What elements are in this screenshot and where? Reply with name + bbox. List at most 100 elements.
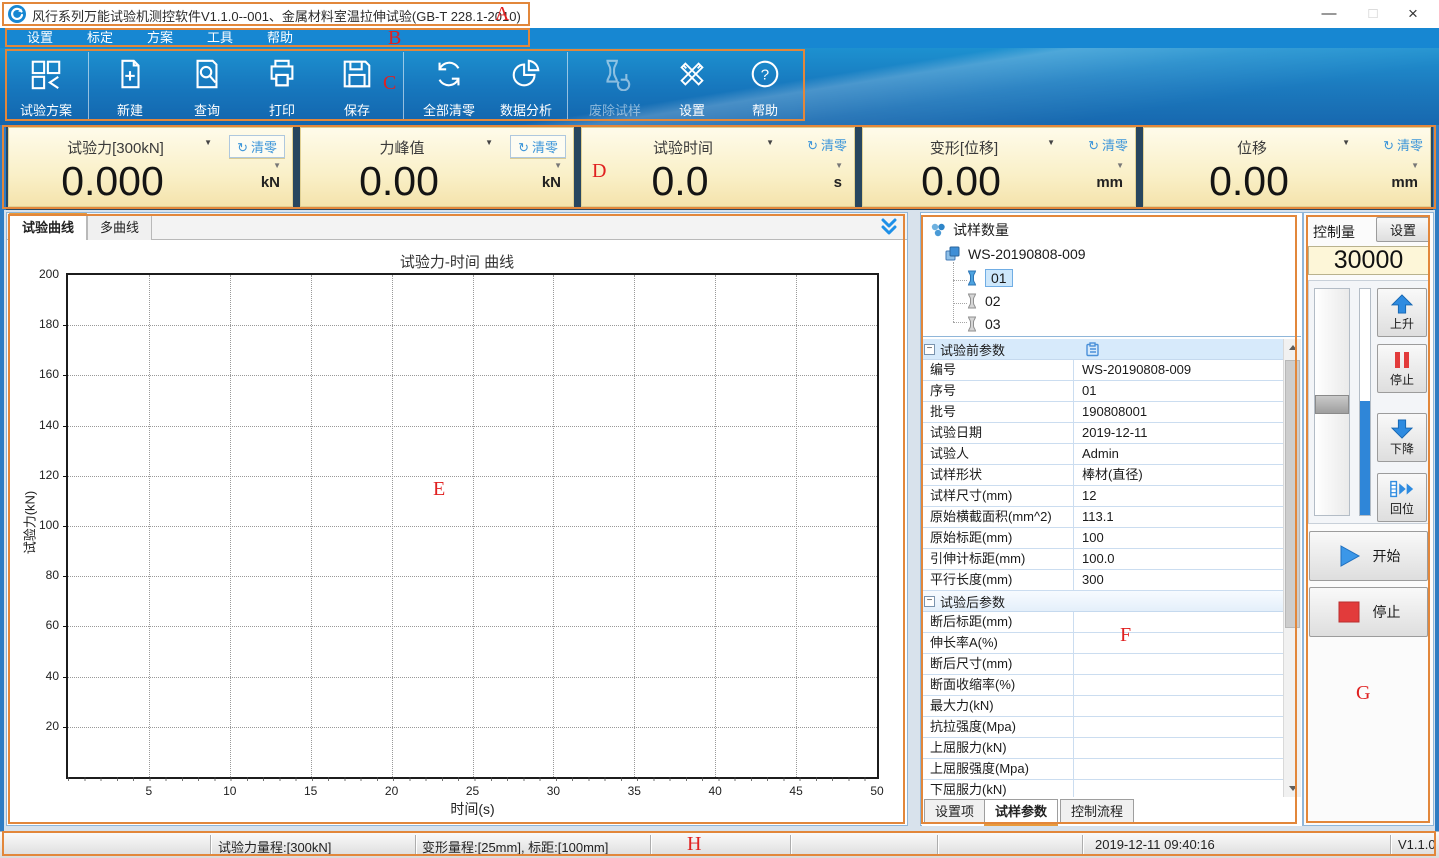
- menu-scheme[interactable]: 方案: [130, 28, 190, 48]
- metric-card-deformation: 变形[位移] ▼ ↻清零 ▼ 0.00 mm: [862, 127, 1136, 207]
- menu-calibration[interactable]: 标定: [70, 28, 130, 48]
- control-settings-button[interactable]: 设置: [1376, 217, 1430, 242]
- help-icon: ?: [748, 57, 782, 91]
- tree-item-specimen-03[interactable]: 03: [966, 314, 1001, 334]
- stop-test-button[interactable]: 停止: [1309, 587, 1428, 637]
- tab-specimen-params[interactable]: 试样参数: [984, 799, 1058, 826]
- scrollbar-thumb[interactable]: [1285, 360, 1300, 628]
- param-value[interactable]: [1074, 654, 1284, 674]
- param-value[interactable]: [1074, 696, 1284, 716]
- menu-help[interactable]: 帮助: [250, 28, 310, 48]
- search-document-icon: [190, 57, 224, 91]
- tab-control-flow[interactable]: 控制流程: [1060, 799, 1134, 824]
- toolbar-settings-button[interactable]: 设置: [657, 57, 727, 119]
- param-value[interactable]: 300: [1074, 570, 1284, 590]
- crosshead-up-button[interactable]: 上升: [1377, 288, 1427, 337]
- menu-settings[interactable]: 设置: [10, 28, 70, 48]
- param-value[interactable]: 2019-12-11: [1074, 423, 1284, 443]
- toolbar-new-button[interactable]: 新建: [95, 57, 165, 119]
- param-value[interactable]: [1074, 612, 1284, 632]
- toolbar-reset-all-button[interactable]: 全部清零: [410, 57, 488, 119]
- param-row: 试验人Admin: [922, 444, 1284, 465]
- clear-button[interactable]: ↻清零: [510, 135, 566, 158]
- crosshead-stop-button[interactable]: 停止: [1377, 344, 1427, 393]
- y-tick-label: 40: [25, 669, 59, 683]
- unit-dropdown-caret-icon[interactable]: ▼: [1411, 161, 1419, 170]
- tree-item-specimen-01[interactable]: 01: [966, 268, 1013, 288]
- metric-dropdown-caret-icon[interactable]: ▼: [766, 138, 774, 147]
- collapse-double-chevron-down-icon[interactable]: [879, 218, 899, 236]
- return-home-button[interactable]: 回位: [1377, 473, 1427, 522]
- param-value[interactable]: 113.1: [1074, 507, 1284, 527]
- toolbar-print-button[interactable]: 打印: [247, 57, 317, 119]
- param-label: 最大力(kN): [922, 696, 1074, 716]
- crosshead-down-button[interactable]: 下降: [1377, 413, 1427, 462]
- toolbar-discard-specimen-button[interactable]: 废除试样: [576, 57, 654, 119]
- param-value[interactable]: [1074, 633, 1284, 653]
- param-value[interactable]: 100.0: [1074, 549, 1284, 569]
- param-value[interactable]: WS-20190808-009: [1074, 360, 1284, 380]
- collapse-icon[interactable]: −: [924, 344, 935, 355]
- toolbar-save-button[interactable]: 保存: [322, 57, 392, 119]
- param-value[interactable]: 12: [1074, 486, 1284, 506]
- clear-button[interactable]: ↻清零: [1088, 135, 1128, 154]
- unit-dropdown-caret-icon[interactable]: ▼: [554, 161, 562, 170]
- metric-title: 力峰值: [327, 137, 477, 158]
- param-value[interactable]: [1074, 717, 1284, 737]
- speed-slider[interactable]: [1314, 288, 1350, 516]
- metric-dropdown-caret-icon[interactable]: ▼: [1047, 138, 1055, 147]
- unit-dropdown-caret-icon[interactable]: ▼: [835, 161, 843, 170]
- table-scrollbar[interactable]: [1283, 339, 1301, 797]
- toolbar-help-button[interactable]: ? 帮助: [730, 57, 800, 119]
- toolbar-test-scheme-button[interactable]: 试验方案: [8, 57, 84, 119]
- tab-settings-items[interactable]: 设置项: [924, 799, 985, 824]
- gridline: [473, 275, 474, 777]
- param-value[interactable]: [1074, 759, 1284, 779]
- param-value[interactable]: 190808001: [1074, 402, 1284, 422]
- metric-value: 0.000: [9, 158, 216, 204]
- tree-item-specimen-02[interactable]: 02: [966, 291, 1001, 311]
- metric-card-displacement: 位移 ▼ ↻清零 ▼ 0.00 mm: [1143, 127, 1431, 207]
- menu-tools[interactable]: 工具: [190, 28, 250, 48]
- tab-multi-curve[interactable]: 多曲线: [87, 215, 152, 240]
- param-label: 试验日期: [922, 423, 1074, 443]
- param-row: 下屈服力(kN): [922, 780, 1284, 797]
- metric-dropdown-caret-icon[interactable]: ▼: [204, 138, 212, 147]
- param-value[interactable]: [1074, 675, 1284, 695]
- param-value[interactable]: 01: [1074, 381, 1284, 401]
- section-header-post-test[interactable]: − 试验后参数: [922, 591, 1284, 612]
- param-value[interactable]: 100: [1074, 528, 1284, 548]
- close-button[interactable]: ×: [1391, 0, 1435, 28]
- toolbar-button-label: 试验方案: [20, 100, 72, 119]
- minimize-button[interactable]: —: [1307, 0, 1351, 28]
- param-value[interactable]: [1074, 738, 1284, 758]
- collapse-icon[interactable]: −: [924, 596, 935, 607]
- clear-button[interactable]: ↻清零: [1383, 135, 1423, 154]
- scroll-up-button[interactable]: [1284, 339, 1301, 356]
- section-header-pre-test[interactable]: − 试验前参数: [922, 339, 1284, 360]
- metric-dropdown-caret-icon[interactable]: ▼: [485, 138, 493, 147]
- y-tick-label: 200: [25, 267, 59, 281]
- param-value[interactable]: 棒材(直径): [1074, 465, 1284, 485]
- metric-title: 试验力[300kN]: [35, 137, 196, 158]
- chart-title: 试验力-时间 曲线: [7, 251, 907, 272]
- clear-button[interactable]: ↻清零: [229, 135, 285, 158]
- tree-node-batch[interactable]: WS-20190808-009: [944, 244, 1086, 264]
- toolbar-data-analysis-button[interactable]: 数据分析: [487, 57, 565, 119]
- start-test-button[interactable]: 开始: [1309, 531, 1428, 581]
- clear-button[interactable]: ↻清零: [807, 135, 847, 154]
- unit-dropdown-caret-icon[interactable]: ▼: [1116, 161, 1124, 170]
- slider-thumb[interactable]: [1315, 395, 1349, 414]
- unit-dropdown-caret-icon[interactable]: ▼: [273, 161, 281, 170]
- tab-test-curve[interactable]: 试验曲线: [9, 213, 87, 240]
- metric-dropdown-caret-icon[interactable]: ▼: [1342, 138, 1350, 147]
- param-label: 平行长度(mm): [922, 570, 1074, 590]
- param-value[interactable]: [1074, 780, 1284, 797]
- toolbar-query-button[interactable]: 查询: [172, 57, 242, 119]
- control-value-display[interactable]: 30000: [1308, 246, 1429, 275]
- status-deform-range: 变形量程:[25mm], 标距:[100mm]: [422, 837, 608, 856]
- chart-tab-bar: 试验曲线 多曲线: [7, 213, 907, 240]
- scroll-down-button[interactable]: [1284, 780, 1301, 797]
- param-value[interactable]: Admin: [1074, 444, 1284, 464]
- maximize-button[interactable]: □: [1351, 0, 1395, 28]
